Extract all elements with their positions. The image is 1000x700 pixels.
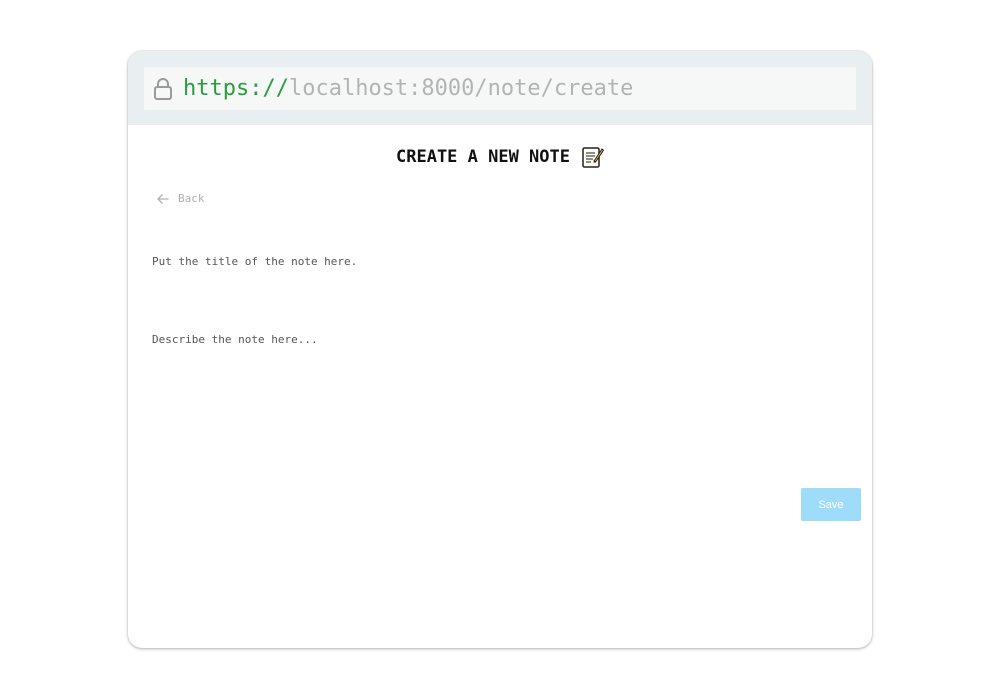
browser-toolbar: https://localhost:8000/note/create	[128, 51, 872, 125]
url-scheme: https://	[183, 76, 289, 101]
browser-window: https://localhost:8000/note/create CREAT…	[128, 51, 872, 648]
back-label: Back	[178, 192, 205, 205]
url-path: localhost:8000/note/create	[288, 76, 634, 101]
note-title-input[interactable]	[152, 247, 842, 275]
lock-icon	[152, 77, 174, 101]
back-link[interactable]: Back	[157, 192, 205, 205]
memo-icon	[580, 145, 604, 169]
address-bar[interactable]: https://localhost:8000/note/create	[144, 67, 856, 110]
page-title: CREATE A NEW NOTE	[396, 147, 570, 167]
arrow-left-icon	[157, 193, 169, 205]
url-text: https://localhost:8000/note/create	[183, 76, 633, 101]
page-title-container: CREATE A NEW NOTE	[128, 145, 872, 169]
note-description-input[interactable]	[152, 333, 842, 473]
save-button[interactable]: Save	[801, 488, 861, 521]
